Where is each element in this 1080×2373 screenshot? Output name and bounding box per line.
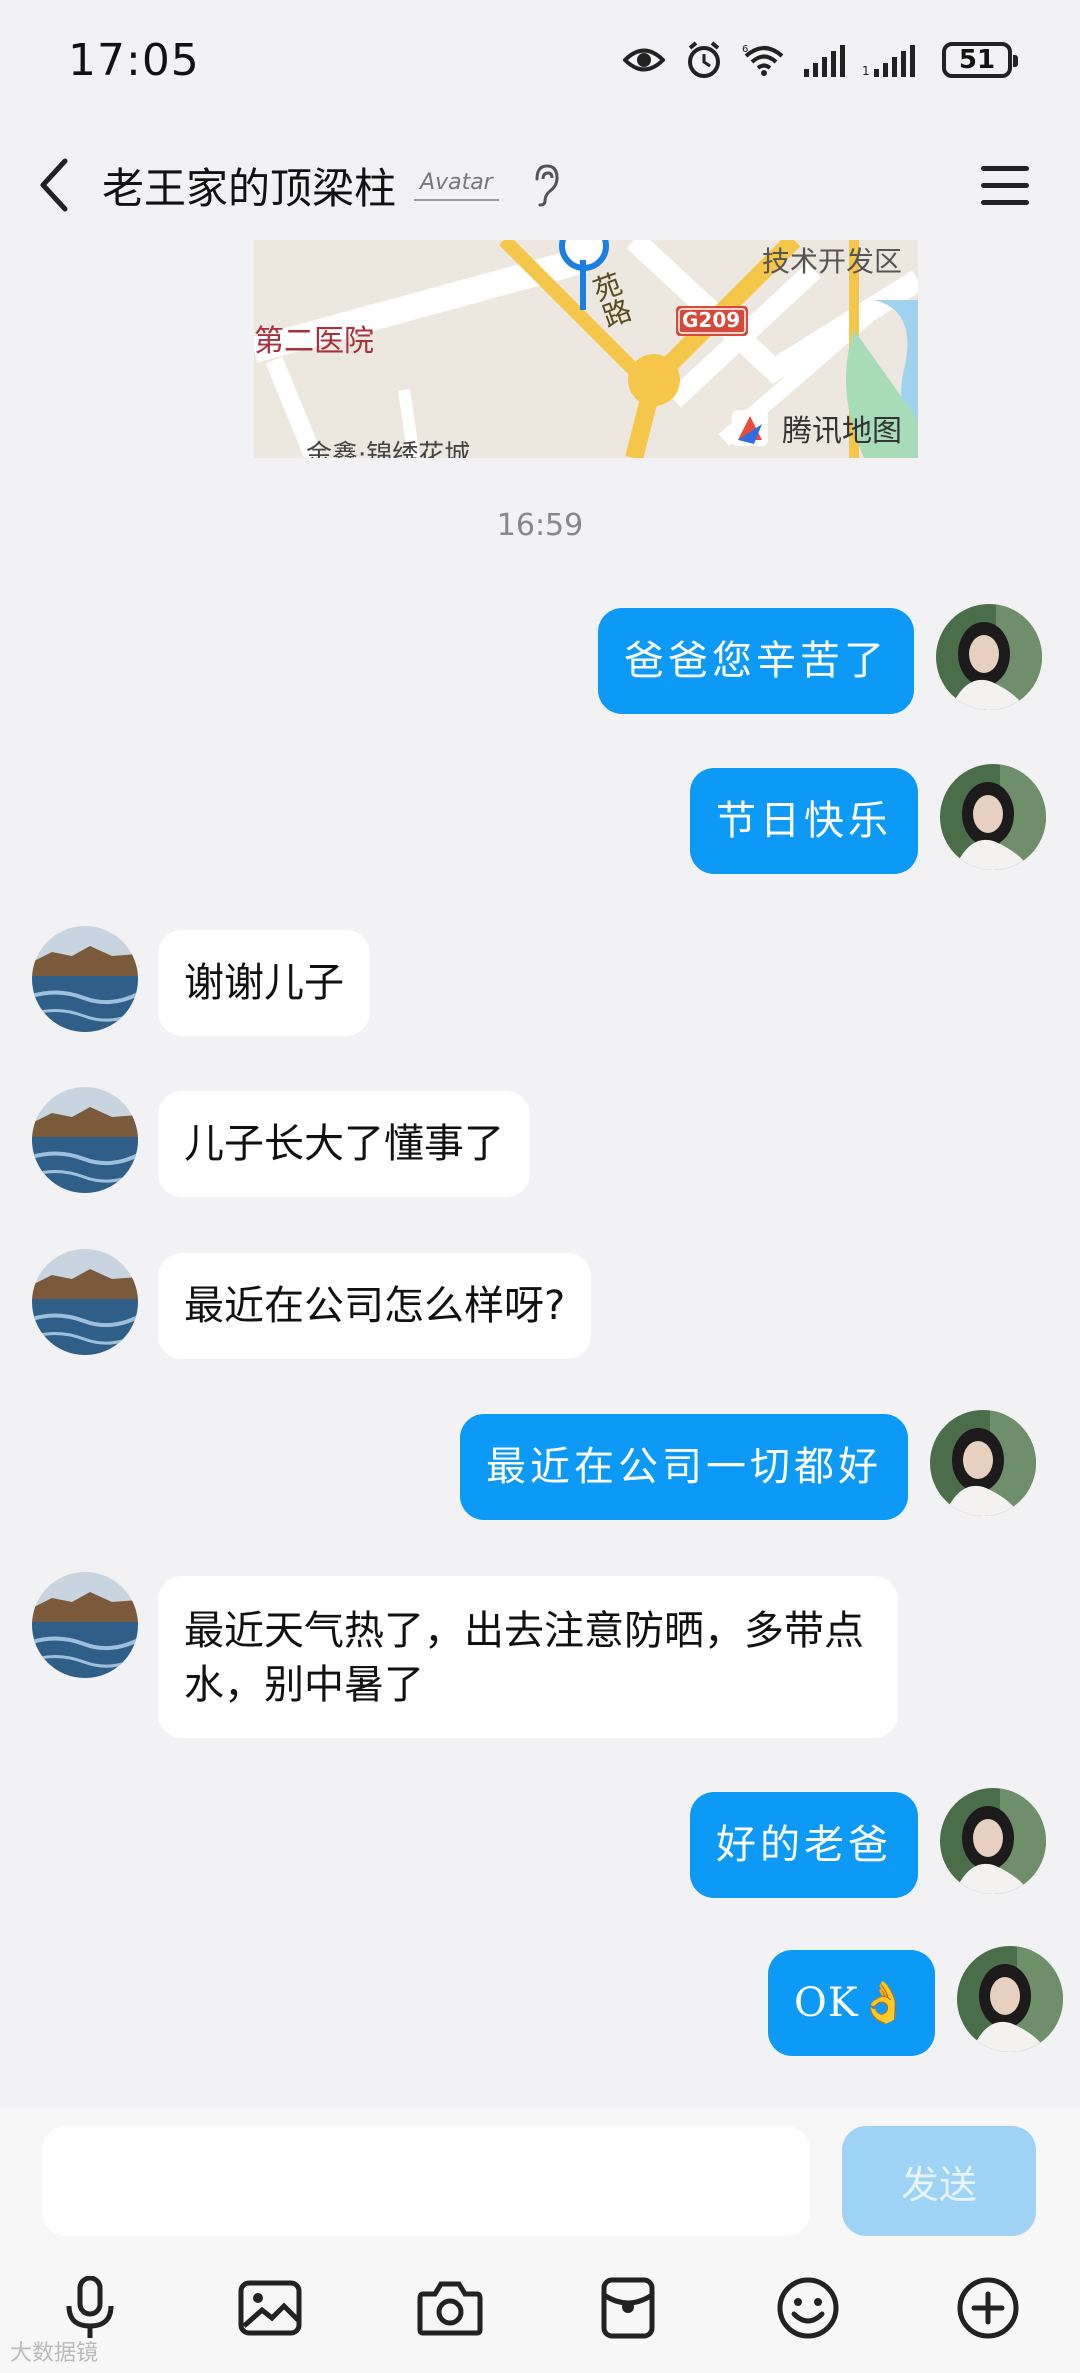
menu-button[interactable]	[970, 150, 1040, 220]
watermark: 大数据镜	[10, 2341, 99, 2366]
avatar-self[interactable]	[940, 1788, 1046, 1894]
message-row: 爸爸您辛苦了	[598, 604, 1042, 714]
menu-icon-line	[981, 182, 1029, 188]
location-map-card[interactable]: 技术开发区 第二医院 苑路 G209 金鑫·锦绣花城 腾讯地图	[254, 240, 918, 458]
input-area: 发送 大数据镜	[0, 2108, 1080, 2373]
message-input[interactable]	[42, 2126, 810, 2236]
map-label-highway: G209	[682, 308, 741, 332]
avatar-contact[interactable]	[32, 1572, 138, 1678]
back-button[interactable]	[0, 130, 110, 240]
svg-text:1: 1	[862, 64, 870, 77]
menu-icon-line	[981, 165, 1029, 171]
title-badge: Avatar	[414, 170, 499, 201]
eye-icon	[622, 38, 666, 82]
message-bubble-incoming[interactable]: 最近天气热了，出去注意防晒，多带点水，别中暑了	[158, 1576, 898, 1738]
message-bubble-outgoing[interactable]: 最近在公司一切都好	[460, 1414, 908, 1520]
image-icon[interactable]	[230, 2268, 310, 2348]
message-bubble-outgoing[interactable]: 爸爸您辛苦了	[598, 608, 914, 714]
red-packet-icon[interactable]	[588, 2268, 668, 2348]
map-brand: 腾讯地图	[782, 406, 902, 450]
message-row: 儿子长大了懂事了	[32, 1087, 530, 1197]
avatar-contact[interactable]	[32, 1249, 138, 1355]
message-row: 最近在公司一切都好	[460, 1410, 1036, 1520]
avatar-self[interactable]	[957, 1946, 1064, 2052]
chevron-left-icon	[40, 158, 68, 212]
status-icons: 6 1 51	[622, 38, 1018, 82]
message-bubble-outgoing[interactable]: OK👌	[768, 1950, 936, 2056]
avatar-self[interactable]	[930, 1410, 1036, 1516]
message-timestamp: 16:59	[496, 508, 584, 543]
status-time: 17:05	[68, 34, 200, 86]
avatar-contact[interactable]	[32, 926, 138, 1032]
plus-icon[interactable]	[948, 2268, 1028, 2348]
send-button[interactable]: 发送	[842, 2126, 1036, 2236]
message-bubble-incoming[interactable]: 谢谢儿子	[158, 930, 370, 1036]
map-brand-label: 腾讯地图	[782, 414, 902, 449]
avatar-self[interactable]	[940, 764, 1046, 870]
message-row: 好的老爸	[690, 1788, 1046, 1898]
message-bubble-incoming[interactable]: 最近在公司怎么样呀?	[158, 1253, 592, 1359]
message-bubble-outgoing[interactable]: 节日快乐	[690, 768, 918, 874]
wifi-icon: 6	[742, 38, 786, 82]
chat-screen: 17:05 6 1 51 老王家的顶梁柱 Avatar 技术开发区 第二医院 苑…	[0, 0, 1080, 2373]
message-row: 最近天气热了，出去注意防晒，多带点水，别中暑了	[32, 1572, 898, 1738]
message-row: 节日快乐	[690, 764, 1046, 874]
message-bubble-outgoing[interactable]: 好的老爸	[690, 1792, 918, 1898]
menu-icon-line	[981, 199, 1029, 205]
avatar-self[interactable]	[936, 604, 1042, 710]
emoji-icon[interactable]	[768, 2268, 848, 2348]
signal-icon-1	[802, 38, 846, 82]
status-bar: 17:05 6 1 51	[0, 0, 1080, 120]
ear-icon[interactable]	[525, 160, 565, 210]
avatar-contact[interactable]	[32, 1087, 138, 1193]
map-label-district: 技术开发区	[762, 245, 903, 278]
svg-text:6: 6	[742, 44, 748, 55]
message-row: 谢谢儿子	[32, 926, 370, 1036]
message-bubble-incoming[interactable]: 儿子长大了懂事了	[158, 1091, 530, 1197]
signal-icon-2: 1	[862, 38, 926, 82]
chat-title[interactable]: 老王家的顶梁柱	[102, 155, 396, 216]
camera-icon[interactable]	[410, 2268, 490, 2348]
battery-indicator: 51	[942, 42, 1018, 78]
message-row: 最近在公司怎么样呀?	[32, 1249, 592, 1359]
map-label-community: 金鑫·锦绣花城	[306, 440, 471, 458]
alarm-icon	[682, 38, 726, 82]
input-toolbar	[0, 2268, 1080, 2358]
chat-header: 老王家的顶梁柱 Avatar	[0, 130, 1080, 240]
map-label-hospital: 第二医院	[254, 324, 374, 359]
message-row: OK👌	[768, 1946, 1064, 2056]
